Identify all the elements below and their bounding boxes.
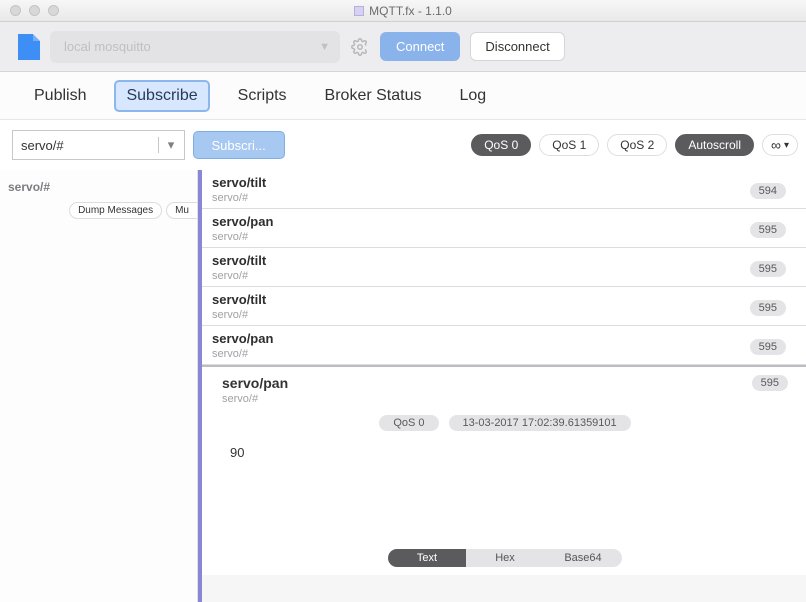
chevron-down-icon[interactable]: ▾ — [158, 137, 184, 153]
sidebar-topic[interactable]: servo/# — [0, 170, 197, 202]
dump-messages-button[interactable]: Dump Messages — [69, 202, 162, 219]
detail-time: 13-03-2017 17:02:39.61359101 — [449, 415, 631, 431]
sidebar: servo/# Dump Messages Mu — [0, 170, 198, 602]
app-icon — [354, 6, 364, 16]
tab-log[interactable]: Log — [449, 82, 496, 110]
chevron-down-icon: ▼ — [319, 41, 330, 53]
message-list[interactable]: servo/tilt servo/# 594 servo/pan servo/# 5… — [202, 170, 806, 365]
format-selector: Text Hex Base64 — [222, 543, 788, 567]
detail-sub: servo/# — [222, 393, 288, 405]
tab-publish[interactable]: Publish — [24, 82, 96, 110]
qos0-pill[interactable]: QoS 0 — [471, 134, 531, 156]
gear-icon[interactable] — [350, 37, 370, 57]
autoscroll-pill[interactable]: Autoscroll — [675, 134, 754, 156]
tab-subscribe[interactable]: Subscribe — [114, 80, 209, 112]
qos1-pill[interactable]: QoS 1 — [539, 134, 599, 156]
profile-select[interactable]: local mosquitto ▼ — [50, 31, 340, 63]
detail-payload: 90 — [222, 431, 788, 543]
toolbar: local mosquitto ▼ Connect Disconnect — [0, 22, 806, 72]
settings-pill[interactable]: ∞▾ — [762, 134, 798, 156]
msg-sub: servo/# — [212, 348, 273, 360]
message-row[interactable]: servo/pan servo/# 595 — [202, 209, 806, 248]
message-row[interactable]: servo/tilt servo/# 595 — [202, 287, 806, 326]
topic-value: servo/# — [13, 138, 158, 153]
message-row[interactable]: servo/tilt servo/# 594 — [202, 170, 806, 209]
disconnect-button[interactable]: Disconnect — [470, 32, 564, 61]
format-hex[interactable]: Hex — [466, 549, 544, 567]
msg-id-badge: 595 — [750, 222, 786, 238]
tabs: Publish Subscribe Scripts Broker Status … — [0, 72, 806, 120]
msg-sub: servo/# — [212, 231, 273, 243]
msg-topic: servo/pan — [212, 331, 273, 346]
connect-button[interactable]: Connect — [380, 32, 460, 61]
tab-scripts[interactable]: Scripts — [228, 82, 297, 110]
msg-sub: servo/# — [212, 309, 266, 321]
msg-id-badge: 595 — [750, 261, 786, 277]
message-row[interactable]: servo/pan servo/# 595 — [202, 326, 806, 365]
main: servo/# Dump Messages Mu servo/tiltservo… — [0, 170, 806, 602]
profile-label: local mosquitto — [64, 39, 151, 54]
link-icon: ∞ — [771, 137, 781, 153]
msg-id-badge: 594 — [750, 183, 786, 199]
tab-broker-status[interactable]: Broker Status — [315, 82, 432, 110]
message-row[interactable]: servo/tilt servo/# 595 — [202, 248, 806, 287]
titlebar: MQTT.fx - 1.1.0 — [0, 0, 806, 22]
qos2-pill[interactable]: QoS 2 — [607, 134, 667, 156]
topic-input[interactable]: servo/# ▾ — [12, 130, 185, 160]
window-title: MQTT.fx - 1.1.0 — [369, 4, 452, 18]
detail-qos: QoS 0 — [379, 415, 438, 431]
document-icon[interactable] — [18, 34, 40, 60]
msg-sub: servo/# — [212, 270, 266, 282]
msg-sub: servo/# — [212, 192, 266, 204]
format-text[interactable]: Text — [388, 549, 466, 567]
detail-topic: servo/pan — [222, 375, 288, 391]
detail-id-badge: 595 — [752, 375, 788, 391]
msg-topic: servo/tilt — [212, 253, 266, 268]
msg-topic: servo/tilt — [212, 292, 266, 307]
message-detail: servo/pan servo/# 595 QoS 0 13-03-2017 1… — [202, 365, 806, 575]
mute-button[interactable]: Mu — [166, 202, 197, 219]
format-base64[interactable]: Base64 — [544, 549, 622, 567]
msg-topic: servo/tilt — [212, 175, 266, 190]
subscribe-bar: servo/# ▾ Subscri... QoS 0 QoS 1 QoS 2 A… — [0, 120, 806, 170]
chevron-down-icon: ▾ — [784, 140, 789, 151]
msg-id-badge: 595 — [750, 300, 786, 316]
msg-id-badge: 595 — [750, 339, 786, 355]
content: servo/tilt servo/# 594 servo/pan servo/# 5… — [198, 170, 806, 602]
msg-topic: servo/pan — [212, 214, 273, 229]
subscribe-button[interactable]: Subscri... — [193, 131, 285, 159]
